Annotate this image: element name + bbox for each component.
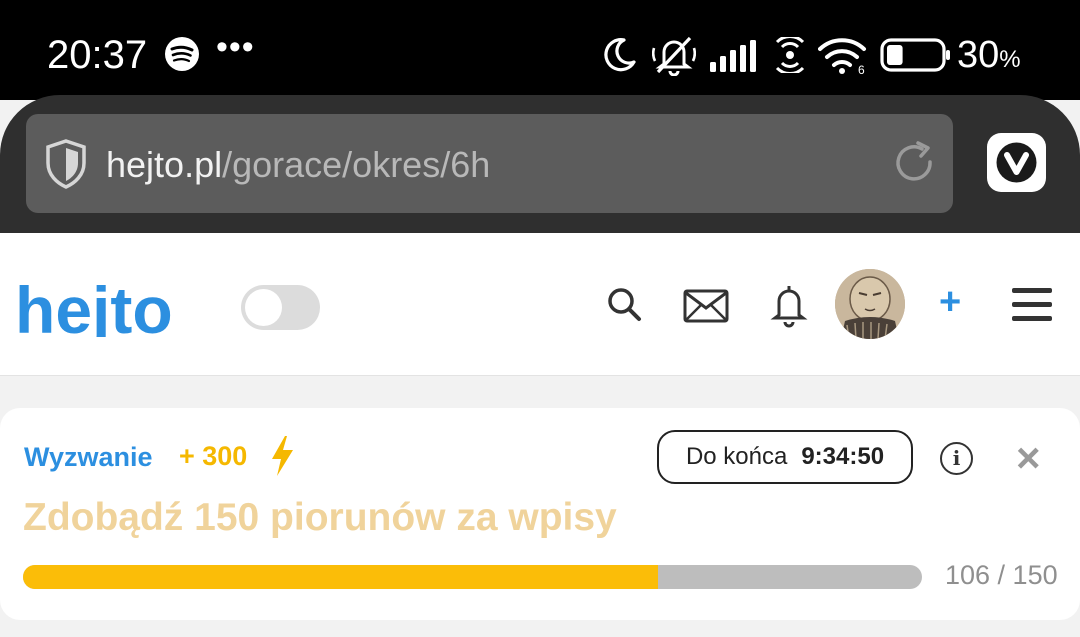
hotspot-icon	[775, 37, 805, 73]
status-time: 20:37	[47, 33, 148, 77]
add-post-button[interactable]: +	[939, 281, 961, 324]
battery-percentage: 30%	[957, 34, 1021, 76]
reload-icon[interactable]	[892, 140, 938, 186]
challenge-progress-bar	[23, 565, 922, 589]
challenge-card: Wyzwanie + 300 Do końca 9:34:50 i × Zdob…	[0, 408, 1080, 620]
battery-icon	[880, 38, 950, 72]
wifi-icon: 6	[818, 38, 866, 75]
moon-icon	[604, 38, 636, 72]
mute-icon	[652, 36, 696, 76]
challenge-points: + 300	[179, 441, 248, 471]
bell-icon[interactable]	[770, 281, 808, 329]
avatar[interactable]	[835, 269, 905, 339]
site-header: hejto +	[0, 233, 1080, 376]
search-icon[interactable]	[606, 286, 644, 324]
timer-label: Do końca	[685, 443, 788, 470]
close-icon[interactable]: ×	[1016, 437, 1041, 479]
timer-value: 9:34:50	[801, 443, 885, 470]
svg-text:6: 6	[858, 63, 865, 75]
dark-mode-toggle[interactable]	[241, 285, 320, 330]
url-text[interactable]: hejto.pl/gorace/okres/6h	[106, 144, 490, 186]
status-bar: 20:37 ••• 6 30%	[0, 0, 1080, 100]
time-remaining-badge: Do końca 9:34:50	[657, 430, 913, 484]
mail-icon[interactable]	[683, 289, 729, 323]
svg-text:hejto: hejto	[15, 277, 173, 337]
overflow-dots: •••	[216, 28, 255, 66]
challenge-title: Zdobądź 150 piorunów za wpisy	[23, 496, 617, 539]
info-icon[interactable]: i	[940, 442, 973, 475]
address-bar[interactable]: hejto.pl/gorace/okres/6h	[26, 114, 953, 213]
lightning-icon	[272, 436, 293, 476]
progress-fill	[23, 565, 659, 589]
signal-icon	[710, 40, 756, 72]
progress-count: 106 / 150	[945, 560, 1058, 590]
vivaldi-icon[interactable]	[987, 133, 1046, 192]
spotify-icon	[165, 37, 199, 71]
toggle-knob	[245, 289, 282, 326]
browser-toolbar: hejto.pl/gorace/okres/6h	[0, 95, 1080, 233]
hejto-logo[interactable]: hejto	[15, 277, 215, 337]
shield-icon[interactable]	[45, 139, 87, 189]
challenge-label: Wyzwanie	[24, 442, 153, 472]
menu-icon[interactable]	[1012, 288, 1052, 322]
